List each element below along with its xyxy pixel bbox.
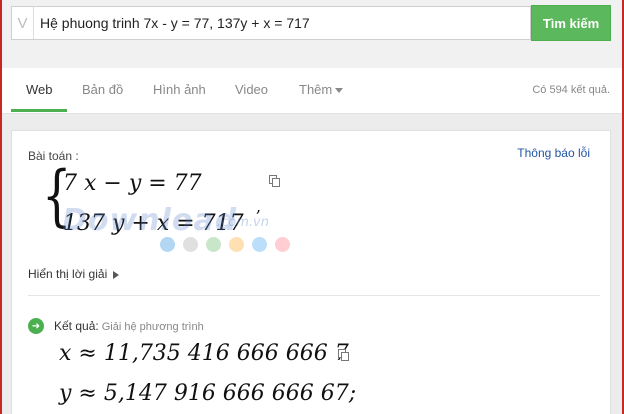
caret-down-icon <box>335 88 344 94</box>
watermark: Download <box>62 203 238 238</box>
equation-comma: , <box>256 197 262 216</box>
tab-maps[interactable]: Bản đồ <box>82 82 123 97</box>
result-label-text: Kết quả: <box>54 319 99 333</box>
watermark-dot <box>275 237 290 252</box>
watermark-dot <box>160 237 175 252</box>
watermark-dots <box>160 237 290 252</box>
result-count: Có 594 kết quả. <box>532 84 610 96</box>
show-solution-toggle[interactable]: Hiển thị lời giải <box>28 267 120 281</box>
tab-web[interactable]: Web <box>26 82 53 97</box>
tab-more[interactable]: Thêm <box>299 82 344 97</box>
watermark-dot <box>252 237 267 252</box>
report-error-link[interactable]: Thông báo lỗi <box>517 146 590 160</box>
search-logo: V <box>12 7 34 39</box>
tab-more-label: Thêm <box>299 82 333 97</box>
tab-images[interactable]: Hình ảnh <box>153 82 206 97</box>
play-arrow-icon <box>113 270 120 279</box>
watermark-suffix: .com.vn <box>217 215 269 230</box>
result-sublabel: Giải hệ phương trình <box>101 321 204 333</box>
tab-video[interactable]: Video <box>235 82 268 97</box>
copy-icon[interactable] <box>338 349 349 361</box>
search-button[interactable]: Tìm kiếm <box>531 5 611 41</box>
watermark-dot <box>229 237 244 252</box>
search-header: V Tìm kiếm <box>2 0 622 68</box>
copy-icon[interactable] <box>269 175 280 187</box>
answer-x: x ≈ 11,735 416 666 666 7 <box>59 341 349 366</box>
show-solution-label: Hiển thị lời giải <box>28 267 108 281</box>
active-tab-indicator <box>11 109 67 112</box>
search-input[interactable] <box>34 7 530 39</box>
search-box[interactable]: V <box>11 6 531 40</box>
result-arrow-icon: ➜ <box>28 318 44 334</box>
result-card: Bài toán : Thông báo lỗi { 7 x − y = 77 … <box>11 130 611 414</box>
search-tabs: Web Bản đồ Hình ảnh Video Thêm Có 594 kế… <box>2 68 622 114</box>
divider <box>28 295 600 296</box>
result-label: Kết quả: Giải hệ phương trình <box>54 319 204 333</box>
watermark-dot <box>183 237 198 252</box>
equation-1: 7 x − y = 77 <box>63 171 202 196</box>
watermark-dot <box>206 237 221 252</box>
answer-y: y ≈ 5,147 916 666 666 67; <box>59 381 357 406</box>
